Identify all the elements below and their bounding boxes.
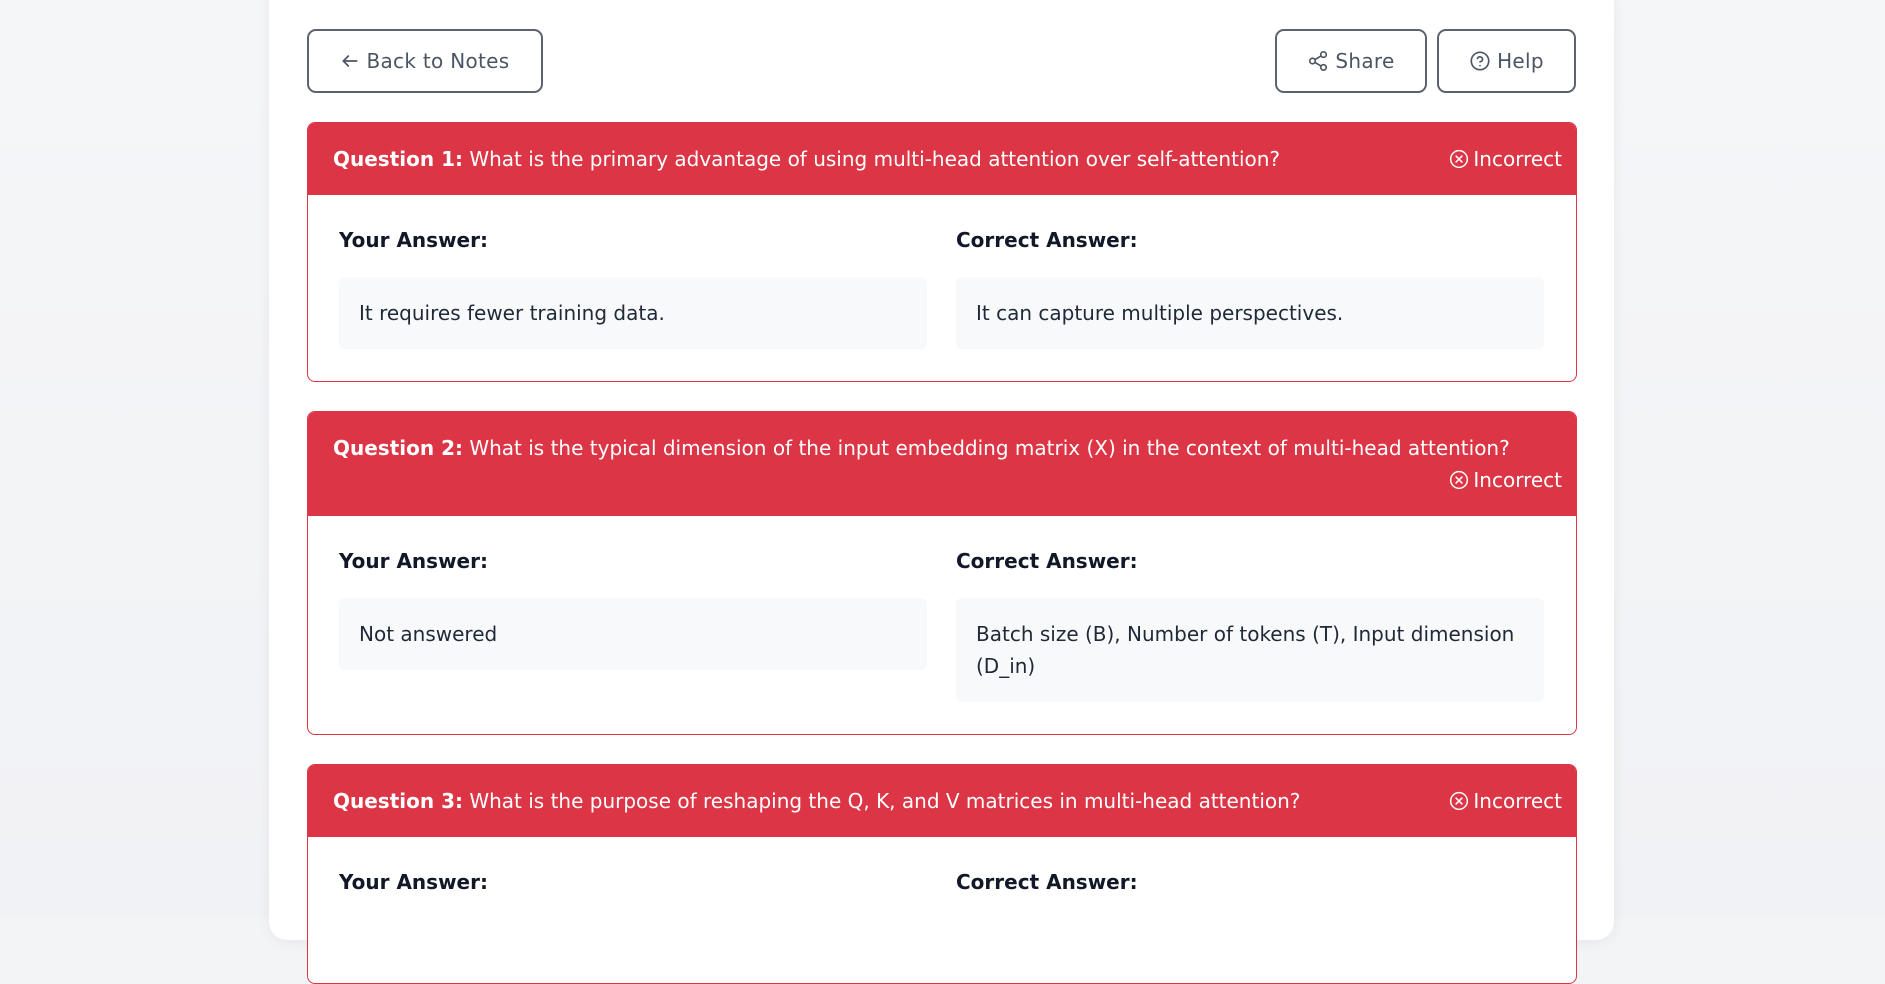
- x-circle-icon: [1450, 791, 1469, 811]
- back-to-notes-button[interactable]: Back to Notes: [307, 29, 543, 93]
- your-answer-title: Your Answer:: [339, 228, 488, 252]
- status-label: Incorrect: [1473, 468, 1562, 492]
- question-text: What is the typical dimension of the inp…: [469, 436, 1510, 460]
- your-answer-value: It requires fewer training data.: [339, 277, 927, 349]
- question-header: Question 3: What is the purpose of resha…: [308, 765, 1576, 837]
- correct-answer-title: Correct Answer:: [956, 228, 1138, 252]
- question-text: What is the primary advantage of using m…: [469, 147, 1281, 171]
- status-badge: Incorrect: [1449, 464, 1562, 496]
- question-text: What is the purpose of reshaping the Q, …: [469, 789, 1301, 813]
- status-badge: Incorrect: [1449, 785, 1562, 817]
- question-header: Question 2: What is the typical dimensio…: [308, 412, 1576, 516]
- question-card: Question 2: What is the typical dimensio…: [307, 411, 1577, 735]
- help-label: Help: [1497, 49, 1544, 73]
- x-circle-icon: [1450, 470, 1469, 490]
- correct-answer-title: Correct Answer:: [956, 549, 1138, 573]
- status-badge: Incorrect: [1449, 143, 1562, 175]
- question-number: Question 3:: [333, 789, 463, 813]
- answers-section: Your Answer: Correct Answer:: [308, 837, 1576, 983]
- your-answer-title: Your Answer:: [339, 870, 488, 894]
- question-number: Question 2:: [333, 436, 463, 460]
- status-label: Incorrect: [1473, 789, 1562, 813]
- correct-answer-value: It can capture multiple perspectives.: [956, 277, 1544, 349]
- toolbar: Back to Notes Share Help: [307, 29, 1576, 93]
- your-answer-title: Your Answer:: [339, 549, 488, 573]
- share-button[interactable]: Share: [1275, 29, 1427, 93]
- answers-section: Your Answer: Not answered Correct Answer…: [308, 516, 1576, 734]
- correct-answer-value: Batch size (B), Number of tokens (T), In…: [956, 598, 1544, 702]
- question-card: Question 1: What is the primary advantag…: [307, 122, 1577, 382]
- back-to-notes-label: Back to Notes: [366, 49, 510, 73]
- arrow-left-icon: [340, 51, 360, 71]
- share-label: Share: [1335, 49, 1395, 73]
- x-circle-icon: [1450, 149, 1469, 169]
- your-answer-value: Not answered: [339, 598, 927, 670]
- correct-answer-title: Correct Answer:: [956, 870, 1138, 894]
- quiz-results-panel: Back to Notes Share Help Question 1: Wha…: [269, 0, 1614, 984]
- question-header: Question 1: What is the primary advantag…: [308, 123, 1576, 195]
- question-card: Question 3: What is the purpose of resha…: [307, 764, 1577, 984]
- answers-section: Your Answer: It requires fewer training …: [308, 195, 1576, 381]
- help-circle-icon: [1469, 50, 1491, 72]
- help-button[interactable]: Help: [1437, 29, 1576, 93]
- status-label: Incorrect: [1473, 147, 1562, 171]
- share-icon: [1307, 50, 1329, 72]
- question-number: Question 1:: [333, 147, 463, 171]
